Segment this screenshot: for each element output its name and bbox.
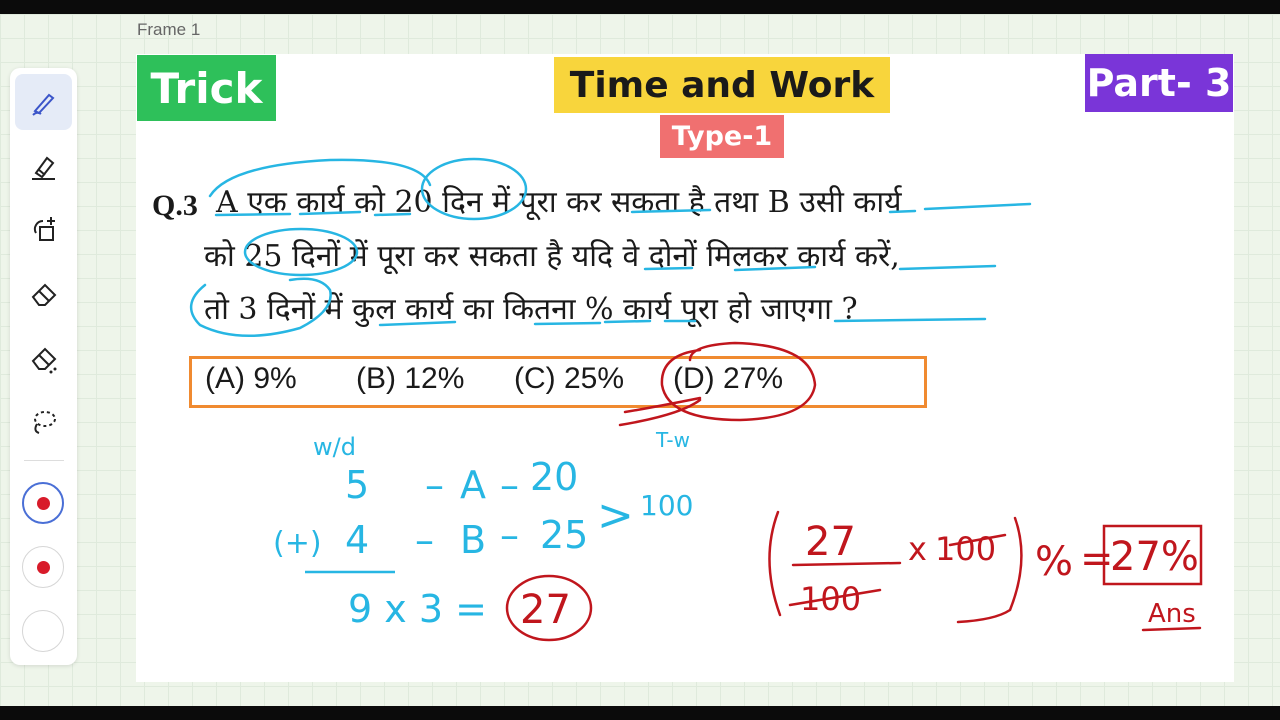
question-number: Q.3 [152,189,198,222]
highlighter-icon [31,156,55,180]
slide-frame: Trick Time and Work Type-1 Part- 3 Q.3 A… [136,54,1234,682]
drawing-toolbar [10,68,77,665]
part-badge: Part- 3 [1085,54,1233,112]
stroke-eraser-tool-button[interactable] [15,330,72,386]
toolbar-separator [24,460,64,461]
color-swatch-red[interactable] [22,546,64,588]
highlighter-tool-button[interactable] [15,138,72,194]
shape-add-icon [33,217,55,241]
option-c: (C) 25% [514,362,625,395]
frame-label: Frame 1 [137,20,201,39]
lasso-tool-button[interactable] [15,394,72,450]
color-swatch-white[interactable] [22,610,64,652]
question-line-1: A एक कार्य को 20 दिन में पूरा कर सकता है… [216,185,902,220]
question-line-3: तो 3 दिनों में कुल कार्य का कितना % कार्… [204,292,858,327]
question-line-2: को 25 दिनों में पूरा कर सकता है यदि वे द… [204,239,900,274]
option-d: (D) 27% [673,362,784,395]
slide-title: Time and Work [554,57,890,113]
stroke-eraser-icon [31,347,56,374]
pen-icon [31,93,54,116]
option-b: (B) 12% [356,362,465,395]
option-a: (A) 9% [205,362,297,395]
trick-badge: Trick [137,55,276,121]
eraser-tool-button[interactable] [15,266,72,322]
shape-tool-button[interactable] [15,202,72,258]
eraser-icon [31,283,56,306]
color-swatch-red-selected[interactable] [22,482,64,524]
pen-tool-button[interactable] [15,74,72,130]
lasso-icon [33,411,56,434]
type-badge: Type-1 [660,115,784,158]
